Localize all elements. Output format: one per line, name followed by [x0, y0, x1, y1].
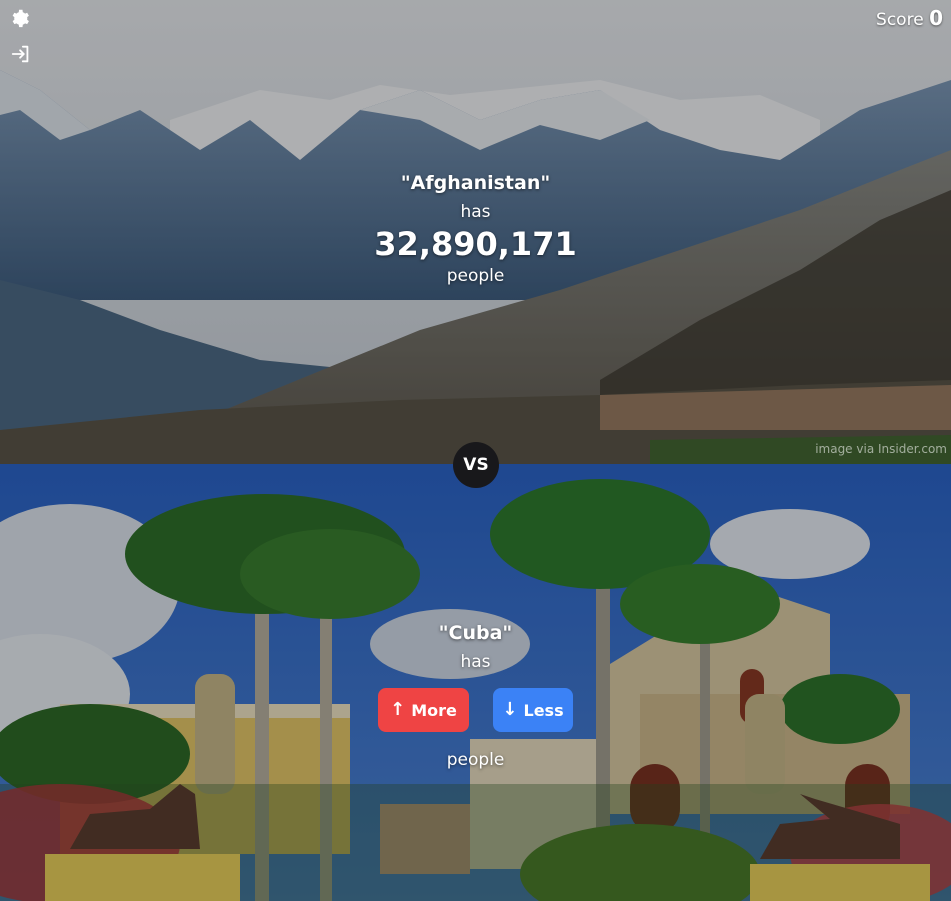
second-unit-label: people — [446, 750, 505, 770]
vs-badge: VS — [453, 442, 499, 488]
less-button[interactable]: ↓ Less — [493, 688, 573, 732]
gear-icon[interactable] — [10, 8, 34, 32]
more-button[interactable]: ↑ More — [378, 688, 469, 732]
more-button-label: More — [411, 700, 457, 720]
score-display: Score 0 — [876, 6, 943, 30]
second-country-name: "Cuba" — [438, 622, 513, 644]
sign-in-icon[interactable] — [10, 43, 34, 67]
score-value: 0 — [929, 6, 943, 30]
arrow-up-icon: ↑ — [390, 699, 406, 720]
second-country-info: "Cuba" has ↑ More ↓ Less people — [0, 620, 951, 772]
score-label: Score — [876, 10, 924, 30]
first-country-info: "Afghanistan" has 32,890,171 people — [0, 170, 951, 288]
first-country-panel: "Afghanistan" has 32,890,171 people imag… — [0, 0, 951, 464]
first-unit-label: people — [446, 266, 505, 286]
first-has-label: has — [460, 202, 491, 222]
second-has-label: has — [460, 652, 491, 672]
second-country-panel: "Cuba" has ↑ More ↓ Less people — [0, 464, 951, 901]
first-country-name: "Afghanistan" — [400, 172, 551, 194]
arrow-down-icon: ↓ — [502, 699, 518, 720]
guess-buttons: ↑ More ↓ Less — [0, 688, 951, 732]
image-credit: image via Insider.com — [815, 442, 947, 456]
first-population-count: 32,890,171 — [374, 225, 577, 263]
less-button-label: Less — [523, 700, 564, 720]
